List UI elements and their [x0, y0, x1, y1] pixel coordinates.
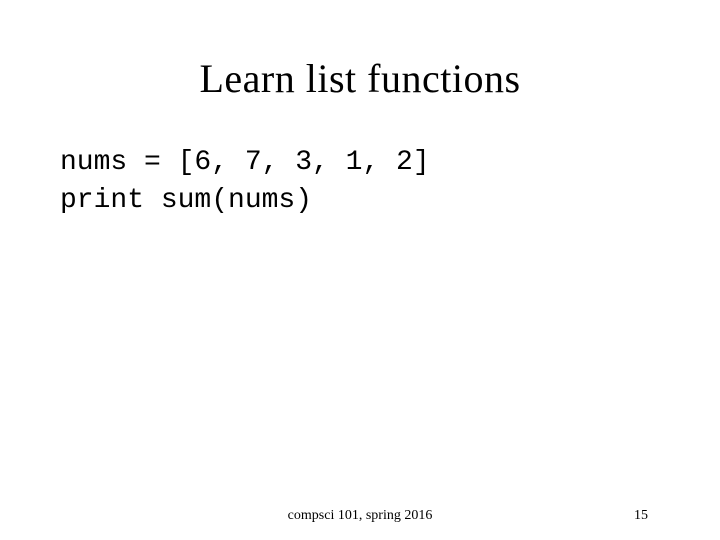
code-line-2: print sum(nums) — [60, 182, 660, 220]
footer-page-number: 15 — [634, 508, 648, 524]
footer-course-info: compsci 101, spring 2016 — [288, 508, 433, 524]
code-line-1: nums = [6, 7, 3, 1, 2] — [60, 144, 660, 182]
slide: Learn list functions nums = [6, 7, 3, 1,… — [0, 0, 720, 540]
slide-title: Learn list functions — [60, 55, 660, 102]
code-block: nums = [6, 7, 3, 1, 2] print sum(nums) — [60, 144, 660, 220]
